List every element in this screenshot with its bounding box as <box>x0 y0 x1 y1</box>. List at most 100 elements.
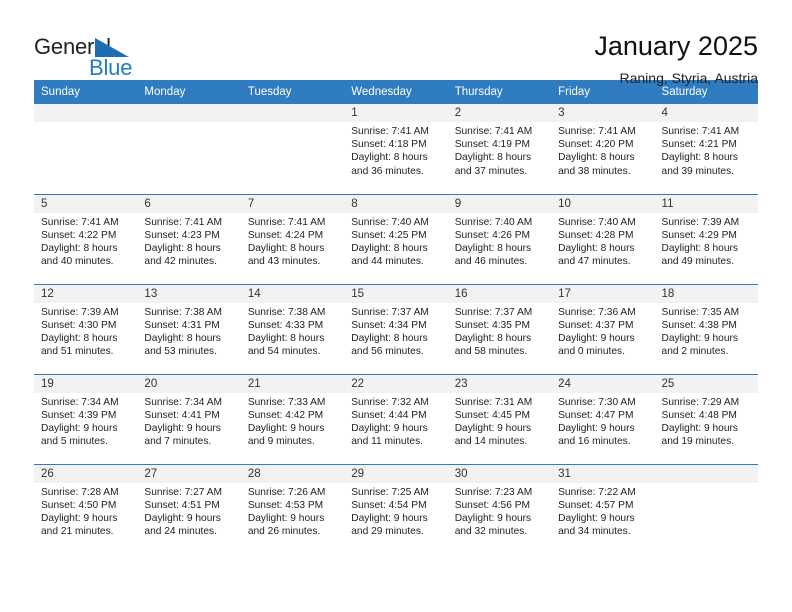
day-number: 18 <box>654 284 758 303</box>
calendar-day-cell[interactable]: 31 Sunrise: 7:22 AM Sunset: 4:57 PM Dayligh… <box>551 463 655 554</box>
calendar-day-cell[interactable]: 14 Sunrise: 7:38 AM Sunset: 4:33 PM Dayligh… <box>240 283 345 374</box>
calendar-day-cell[interactable]: 24 Sunrise: 7:30 AM Sunset: 4:47 PM Dayligh… <box>551 373 655 464</box>
calendar-day-cell[interactable]: 28 Sunrise: 7:26 AM Sunset: 4:53 PM Dayligh… <box>240 463 345 554</box>
daylight-text-line2: and 19 minutes. <box>661 436 735 448</box>
sunrise-text: Sunrise: 7:34 AM <box>41 396 119 408</box>
sunrise-text: Sunrise: 7:41 AM <box>558 126 636 137</box>
daylight-text-line2: and 0 minutes. <box>558 346 625 358</box>
daylight-text-line2: and 56 minutes. <box>351 346 424 358</box>
daylight-text-line2: and 14 minutes. <box>454 436 528 448</box>
day-number: 10 <box>551 194 655 213</box>
calendar-day-cell[interactable]: 22 Sunrise: 7:32 AM Sunset: 4:44 PM Dayligh… <box>344 373 448 464</box>
sunset-text: Sunset: 4:41 PM <box>144 409 220 421</box>
sunrise-text: Sunrise: 7:37 AM <box>351 306 429 318</box>
day-number: 26 <box>34 464 138 483</box>
calendar-day-cell[interactable]: 16 Sunrise: 7:37 AM Sunset: 4:35 PM Dayligh… <box>447 283 552 374</box>
daylight-text-line2: and 42 minutes. <box>144 256 217 268</box>
calendar-day-cell[interactable]: 19 Sunrise: 7:34 AM Sunset: 4:39 PM Dayligh… <box>34 373 138 464</box>
daylight-text-line2: and 40 minutes. <box>41 256 114 268</box>
calendar-day-cell[interactable]: 25 Sunrise: 7:29 AM Sunset: 4:48 PM Dayligh… <box>654 373 758 464</box>
sunrise-text: Sunrise: 7:38 AM <box>247 306 326 318</box>
daylight-text-line1: Daylight: 9 hours <box>558 512 635 524</box>
sunset-text: Sunset: 4:51 PM <box>144 499 220 511</box>
day-cell-inner: 29 Sunrise: 7:25 AM Sunset: 4:54 PM Dayligh… <box>344 464 448 555</box>
sunrise-text: Sunrise: 7:29 AM <box>661 396 740 408</box>
day-number: 1 <box>344 104 448 122</box>
calendar-day-cell[interactable]: 29 Sunrise: 7:25 AM Sunset: 4:54 PM Dayligh… <box>344 463 448 555</box>
sunrise-text: Sunrise: 7:41 AM <box>661 126 740 137</box>
calendar-day-cell[interactable]: 3 Sunrise: 7:41 AM Sunset: 4:20 PM Daylight… <box>551 104 655 194</box>
calendar-day-cell[interactable]: 20 Sunrise: 7:34 AM Sunset: 4:41 PM Dayligh… <box>137 373 241 464</box>
day-details: Sunrise: 7:39 AM Sunset: 4:30 PM Daylight:… <box>34 303 137 359</box>
calendar-body: 1 Sunrise: 7:41 AM Sunset: 4:18 PM Daylight… <box>34 104 758 554</box>
sunset-text: Sunset: 4:31 PM <box>144 319 220 331</box>
calendar-day-cell[interactable]: 6 Sunrise: 7:41 AM Sunset: 4:23 PM Daylight… <box>137 193 241 284</box>
calendar-day-cell[interactable]: 13 Sunrise: 7:38 AM Sunset: 4:31 PM Dayligh… <box>137 283 241 374</box>
calendar-day-cell[interactable]: 7 Sunrise: 7:41 AM Sunset: 4:24 PM Daylight… <box>240 193 345 284</box>
calendar-day-cell[interactable]: 21 Sunrise: 7:33 AM Sunset: 4:42 PM Dayligh… <box>240 373 345 464</box>
calendar-day-cell[interactable]: 5 Sunrise: 7:41 AM Sunset: 4:22 PM Daylight… <box>34 193 138 284</box>
daylight-text-line2: and 49 minutes. <box>661 256 735 268</box>
day-number <box>137 104 241 122</box>
sunrise-text: Sunrise: 7:41 AM <box>454 126 533 137</box>
day-number: 27 <box>137 464 241 483</box>
calendar-day-cell[interactable]: 11 Sunrise: 7:39 AM Sunset: 4:29 PM Dayligh… <box>654 193 758 284</box>
day-details: Sunrise: 7:40 AM Sunset: 4:26 PM Daylight:… <box>448 213 551 269</box>
day-cell-inner: 4 Sunrise: 7:41 AM Sunset: 4:21 PM Daylight… <box>654 104 758 194</box>
calendar-day-cell[interactable]: 15 Sunrise: 7:37 AM Sunset: 4:34 PM Dayligh… <box>344 283 448 374</box>
daylight-text-line2: and 34 minutes. <box>558 526 631 538</box>
sunrise-text: Sunrise: 7:31 AM <box>454 396 533 408</box>
daylight-text-line2: and 39 minutes. <box>661 165 735 177</box>
day-number: 16 <box>447 284 552 303</box>
daylight-text-line2: and 11 minutes. <box>351 436 424 448</box>
calendar-day-cell[interactable]: 12 Sunrise: 7:39 AM Sunset: 4:30 PM Dayligh… <box>34 283 138 374</box>
day-number: 8 <box>344 194 448 213</box>
daylight-text-line1: Daylight: 9 hours <box>247 422 325 434</box>
calendar-day-cell[interactable]: 2 Sunrise: 7:41 AM Sunset: 4:19 PM Daylight… <box>447 104 552 194</box>
calendar-day-cell[interactable]: 1 Sunrise: 7:41 AM Sunset: 4:18 PM Daylight… <box>344 104 448 194</box>
daylight-text-line1: Daylight: 9 hours <box>661 422 738 434</box>
daylight-text-line2: and 46 minutes. <box>454 256 528 268</box>
weekday-header-wednesday: Wednesday <box>344 80 448 104</box>
day-details: Sunrise: 7:38 AM Sunset: 4:31 PM Daylight:… <box>137 303 240 359</box>
calendar-day-cell[interactable]: 8 Sunrise: 7:40 AM Sunset: 4:25 PM Daylight… <box>344 193 448 284</box>
day-cell-inner: 17 Sunrise: 7:36 AM Sunset: 4:37 PM Dayligh… <box>551 284 655 374</box>
calendar-day-cell[interactable]: 9 Sunrise: 7:40 AM Sunset: 4:26 PM Daylight… <box>447 193 552 284</box>
daylight-text-line1: Daylight: 8 hours <box>351 152 428 164</box>
calendar-day-cell[interactable]: 30 Sunrise: 7:23 AM Sunset: 4:56 PM Dayligh… <box>447 463 552 554</box>
calendar-day-cell[interactable]: 27 Sunrise: 7:27 AM Sunset: 4:51 PM Dayligh… <box>137 463 241 555</box>
calendar-day-cell[interactable]: 4 Sunrise: 7:41 AM Sunset: 4:21 PM Daylight… <box>654 104 758 194</box>
day-cell-inner: 21 Sunrise: 7:33 AM Sunset: 4:42 PM Dayligh… <box>240 374 345 464</box>
sunrise-text: Sunrise: 7:40 AM <box>351 216 429 228</box>
calendar-day-cell[interactable]: 23 Sunrise: 7:31 AM Sunset: 4:45 PM Dayligh… <box>447 373 552 464</box>
day-cell-inner: 11 Sunrise: 7:39 AM Sunset: 4:29 PM Dayligh… <box>654 194 758 284</box>
day-details: Sunrise: 7:37 AM Sunset: 4:34 PM Daylight:… <box>344 303 447 359</box>
day-number: 7 <box>240 194 345 213</box>
daylight-text-line1: Daylight: 8 hours <box>454 242 532 254</box>
sunrise-text: Sunrise: 7:28 AM <box>41 486 119 498</box>
sunset-text: Sunset: 4:44 PM <box>351 409 427 421</box>
calendar-day-cell[interactable]: 10 Sunrise: 7:40 AM Sunset: 4:28 PM Dayligh… <box>551 193 655 284</box>
calendar-day-cell[interactable]: 18 Sunrise: 7:35 AM Sunset: 4:38 PM Dayligh… <box>654 283 758 374</box>
day-cell-inner: 19 Sunrise: 7:34 AM Sunset: 4:39 PM Dayligh… <box>34 374 138 464</box>
day-cell-inner: 3 Sunrise: 7:41 AM Sunset: 4:20 PM Daylight… <box>551 104 655 194</box>
daylight-text-line1: Daylight: 9 hours <box>351 422 428 434</box>
day-cell-inner: 27 Sunrise: 7:27 AM Sunset: 4:51 PM Dayligh… <box>137 464 241 555</box>
daylight-text-line2: and 36 minutes. <box>351 165 424 177</box>
day-number: 24 <box>551 374 655 393</box>
sunset-text: Sunset: 4:26 PM <box>454 229 531 241</box>
calendar-day-cell[interactable]: 17 Sunrise: 7:36 AM Sunset: 4:37 PM Dayligh… <box>551 283 655 374</box>
calendar-day-cell-empty <box>137 104 241 194</box>
daylight-text-line2: and 24 minutes. <box>144 526 217 538</box>
daylight-text-line2: and 47 minutes. <box>558 256 631 268</box>
daylight-text-line1: Daylight: 8 hours <box>144 332 221 344</box>
daylight-text-line1: Daylight: 8 hours <box>351 332 428 344</box>
day-details: Sunrise: 7:38 AM Sunset: 4:33 PM Daylight:… <box>241 303 344 359</box>
general-blue-logo[interactable]: General Blue <box>34 30 164 82</box>
day-details: Sunrise: 7:35 AM Sunset: 4:38 PM Daylight:… <box>655 303 758 359</box>
sunrise-text: Sunrise: 7:41 AM <box>247 216 326 228</box>
day-number: 23 <box>447 374 552 393</box>
day-number: 21 <box>240 374 345 393</box>
calendar-day-cell[interactable]: 26 Sunrise: 7:28 AM Sunset: 4:50 PM Dayligh… <box>34 463 138 554</box>
daylight-text-line1: Daylight: 9 hours <box>41 512 118 524</box>
